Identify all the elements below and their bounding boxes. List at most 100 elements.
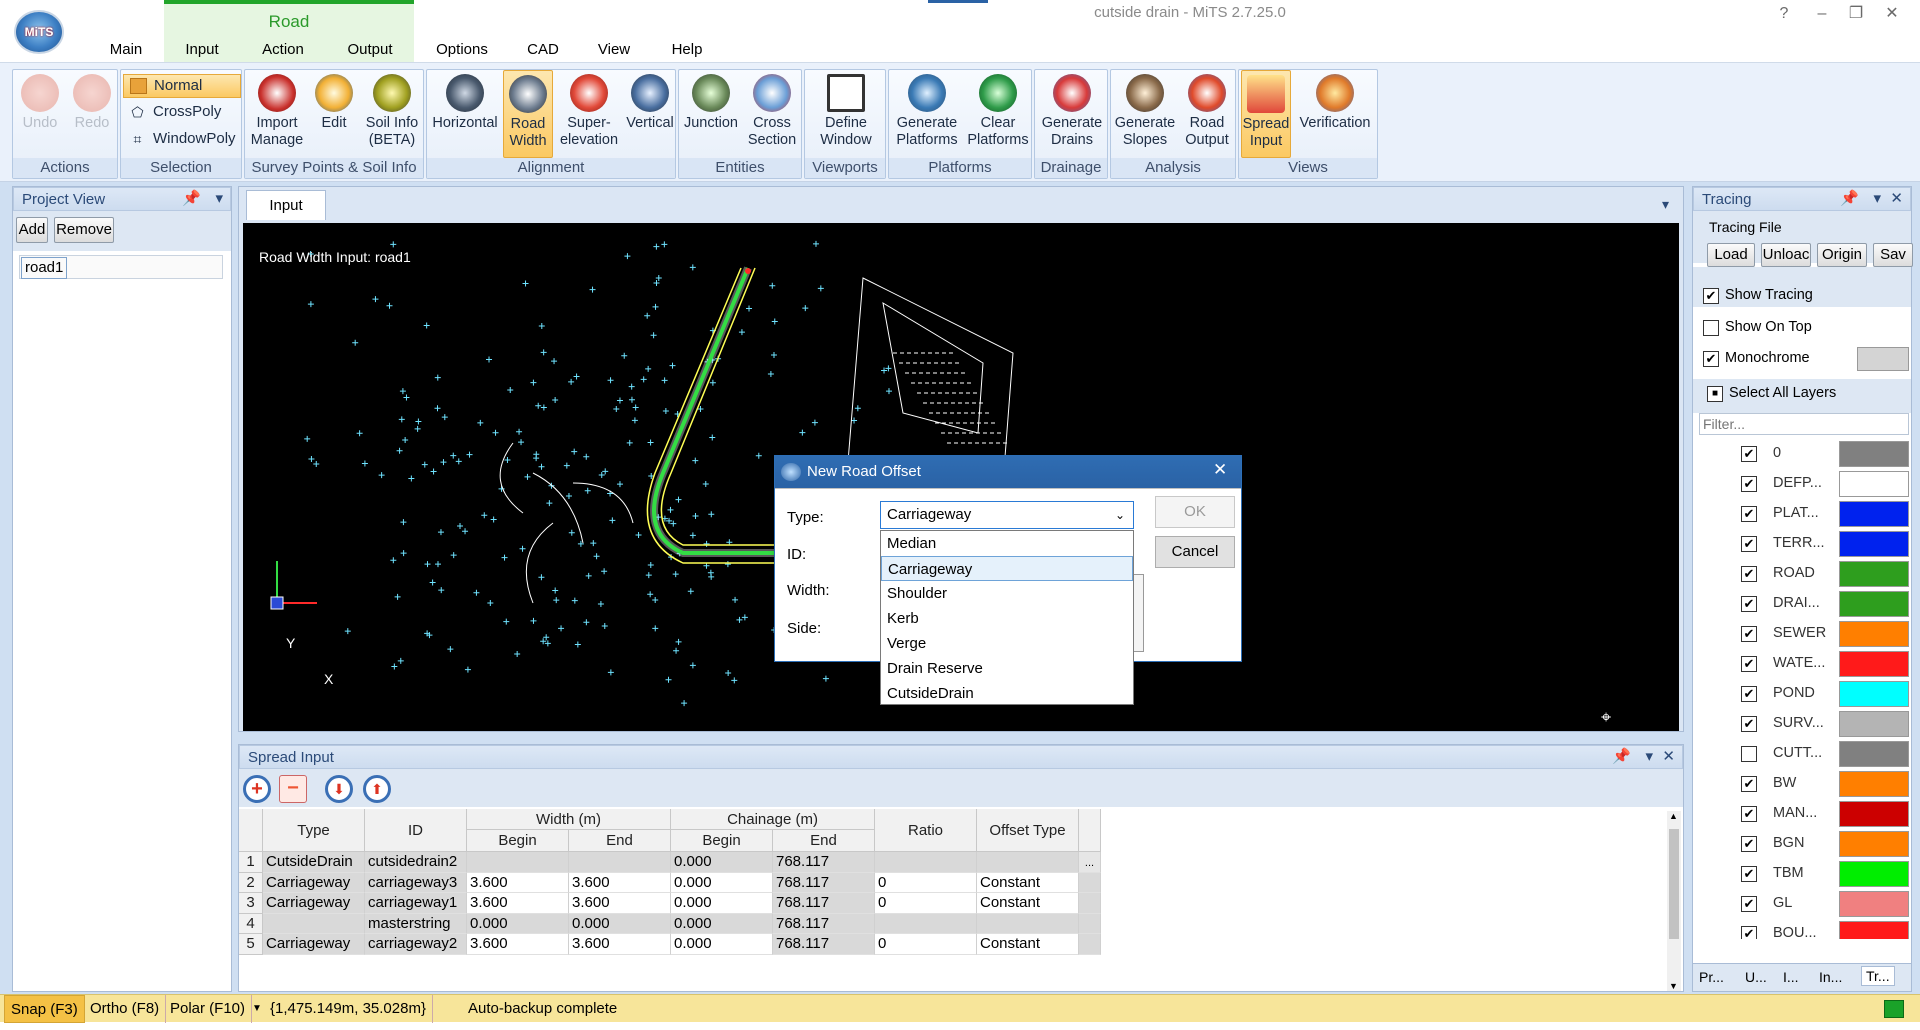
layer-color-swatch[interactable] — [1839, 741, 1909, 767]
tab-action[interactable]: Action — [252, 38, 314, 62]
clear-platforms-button[interactable]: Clear Platforms — [965, 70, 1031, 158]
grid-cell-ot[interactable]: Constant — [977, 872, 1079, 893]
tab-cad[interactable]: CAD — [518, 38, 568, 62]
grid-cell-extra[interactable] — [1079, 934, 1101, 955]
list-item[interactable]: road1 — [19, 255, 223, 279]
grid-cell-we[interactable]: 3.600 — [569, 872, 671, 893]
redo-button[interactable]: Redo — [67, 70, 117, 158]
pin-icon[interactable]: 📌 — [1612, 745, 1631, 769]
grid-cell-we[interactable]: 0.000 — [569, 913, 671, 934]
option-shoulder[interactable]: Shoulder — [881, 581, 1133, 606]
grid-cell-type[interactable]: CutsideDrain — [263, 852, 365, 873]
soil-info-button[interactable]: Soil Info (BETA) — [361, 70, 423, 158]
grid-cell-cb[interactable]: 0.000 — [671, 913, 773, 934]
grid-cell-wb[interactable]: 0.000 — [467, 913, 569, 934]
grid-cell-wb[interactable] — [467, 852, 569, 873]
close-icon[interactable]: ✕ — [1890, 187, 1903, 211]
layer-row[interactable]: ✔ 0 — [1693, 439, 1911, 469]
chevron-down-icon[interactable]: ▾ — [1645, 745, 1653, 769]
tab-tracing[interactable]: Tr... — [1861, 966, 1895, 986]
ok-button[interactable]: OK — [1155, 496, 1235, 528]
column-header-width-end[interactable]: End — [569, 830, 671, 852]
layer-row[interactable]: ✔ TBM — [1693, 859, 1911, 889]
layer-color-swatch[interactable] — [1839, 471, 1909, 497]
layer-color-swatch[interactable] — [1839, 621, 1909, 647]
windowpoly-button[interactable]: ⌗ WindowPoly — [123, 128, 241, 152]
layer-color-swatch[interactable] — [1839, 561, 1909, 587]
layer-color-swatch[interactable] — [1839, 711, 1909, 737]
layer-visible-checkbox[interactable]: ✔ — [1741, 896, 1757, 912]
pin-icon[interactable]: 📌 — [182, 187, 201, 211]
tab-project[interactable]: Pr... — [1699, 969, 1724, 985]
grid-cell-ratio[interactable]: 0 — [875, 893, 977, 914]
close-icon[interactable]: ✕ — [1874, 2, 1910, 26]
column-header-chainage-begin[interactable]: Begin — [671, 830, 773, 852]
grid-cell-id[interactable]: cutsidedrain2 — [365, 852, 467, 873]
grid-cell-id[interactable]: carriageway2 — [365, 934, 467, 955]
maximize-icon[interactable]: ❐ — [1838, 2, 1874, 26]
layer-color-swatch[interactable] — [1839, 861, 1909, 887]
grid-cell-we[interactable]: 3.600 — [569, 893, 671, 914]
option-kerb[interactable]: Kerb — [881, 606, 1133, 631]
option-cutside-drain[interactable]: CutsideDrain — [881, 681, 1133, 706]
layer-visible-checkbox[interactable]: ✔ — [1741, 476, 1757, 492]
layer-row[interactable]: CUTT... — [1693, 739, 1911, 769]
layer-color-swatch[interactable] — [1839, 531, 1909, 557]
grid-cell-ot[interactable]: Constant — [977, 893, 1079, 914]
scrollbar-thumb[interactable] — [1669, 829, 1679, 939]
generate-drains-button[interactable]: Generate Drains — [1037, 70, 1107, 158]
monochrome-color-swatch[interactable] — [1857, 347, 1909, 371]
layer-visible-checkbox[interactable]: ✔ — [1741, 596, 1757, 612]
scroll-down-icon[interactable]: ▼ — [1669, 981, 1678, 991]
app-logo[interactable]: MiTS — [14, 10, 64, 54]
layer-visible-checkbox[interactable]: ✔ — [1741, 446, 1757, 462]
column-header-type[interactable]: Type — [263, 809, 365, 852]
polar-dropdown-icon[interactable]: ▼ — [252, 995, 262, 1023]
column-header-offset-type[interactable]: Offset Type — [977, 809, 1079, 852]
layer-visible-checkbox[interactable]: ✔ — [1741, 866, 1757, 882]
layer-color-swatch[interactable] — [1839, 591, 1909, 617]
road-output-button[interactable]: Road Output — [1179, 70, 1235, 158]
show-tracing-checkbox[interactable]: ✔ — [1703, 288, 1719, 304]
grid-scrollbar[interactable]: ▲ ▼ — [1667, 811, 1681, 991]
cross-section-button[interactable]: Cross Section — [743, 70, 801, 158]
grid-cell-ce[interactable]: 768.117 — [773, 852, 875, 873]
layer-row[interactable]: ✔ GL — [1693, 889, 1911, 919]
layer-row[interactable]: ✔ BOU... — [1693, 919, 1911, 939]
layer-color-swatch[interactable] — [1839, 831, 1909, 857]
layer-row[interactable]: ✔ BW — [1693, 769, 1911, 799]
layer-color-swatch[interactable] — [1839, 681, 1909, 707]
tab-help[interactable]: Help — [664, 38, 710, 62]
pin-icon[interactable]: 📌 — [1840, 187, 1859, 211]
column-header-chainage[interactable]: Chainage (m) — [671, 809, 875, 830]
column-header-width-begin[interactable]: Begin — [467, 830, 569, 852]
superelevation-button[interactable]: Super- elevation — [555, 70, 623, 158]
edit-survey-button[interactable]: Edit — [309, 70, 359, 158]
grid-cell-type[interactable] — [263, 913, 365, 934]
remove-row-icon[interactable]: − — [279, 775, 307, 803]
layer-visible-checkbox[interactable]: ✔ — [1741, 686, 1757, 702]
layer-row[interactable]: ✔ TERR... — [1693, 529, 1911, 559]
crosspoly-button[interactable]: ⬠ CrossPoly — [123, 101, 241, 125]
remove-button[interactable]: Remove — [54, 217, 114, 243]
junction-button[interactable]: Junction — [681, 70, 741, 158]
grid-cell-cb[interactable]: 0.000 — [671, 934, 773, 955]
polar-toggle[interactable]: Polar (F10) — [164, 995, 253, 1023]
layer-color-swatch[interactable] — [1839, 801, 1909, 827]
grid-cell-ot[interactable]: Constant — [977, 934, 1079, 955]
layer-color-swatch[interactable] — [1839, 921, 1909, 939]
scroll-up-icon[interactable]: ▲ — [1669, 811, 1678, 821]
define-window-button[interactable]: Define Window — [807, 70, 885, 158]
dialog-close-icon[interactable]: ✕ — [1213, 460, 1227, 480]
snap-toggle[interactable]: Snap (F3) — [4, 995, 85, 1023]
grid-cell-ce[interactable]: 768.117 — [773, 893, 875, 914]
layer-color-swatch[interactable] — [1839, 651, 1909, 677]
doc-menu-chevron-icon[interactable]: ▾ — [1662, 196, 1669, 213]
tab-view[interactable]: View — [588, 38, 640, 62]
tab-in[interactable]: In... — [1819, 969, 1842, 985]
layer-visible-checkbox[interactable]: ✔ — [1741, 656, 1757, 672]
unload-button[interactable]: Unloac — [1761, 243, 1811, 267]
tab-input[interactable]: Input — [172, 38, 232, 62]
move-up-icon[interactable]: ⬆ — [363, 775, 391, 803]
layer-visible-checkbox[interactable]: ✔ — [1741, 836, 1757, 852]
